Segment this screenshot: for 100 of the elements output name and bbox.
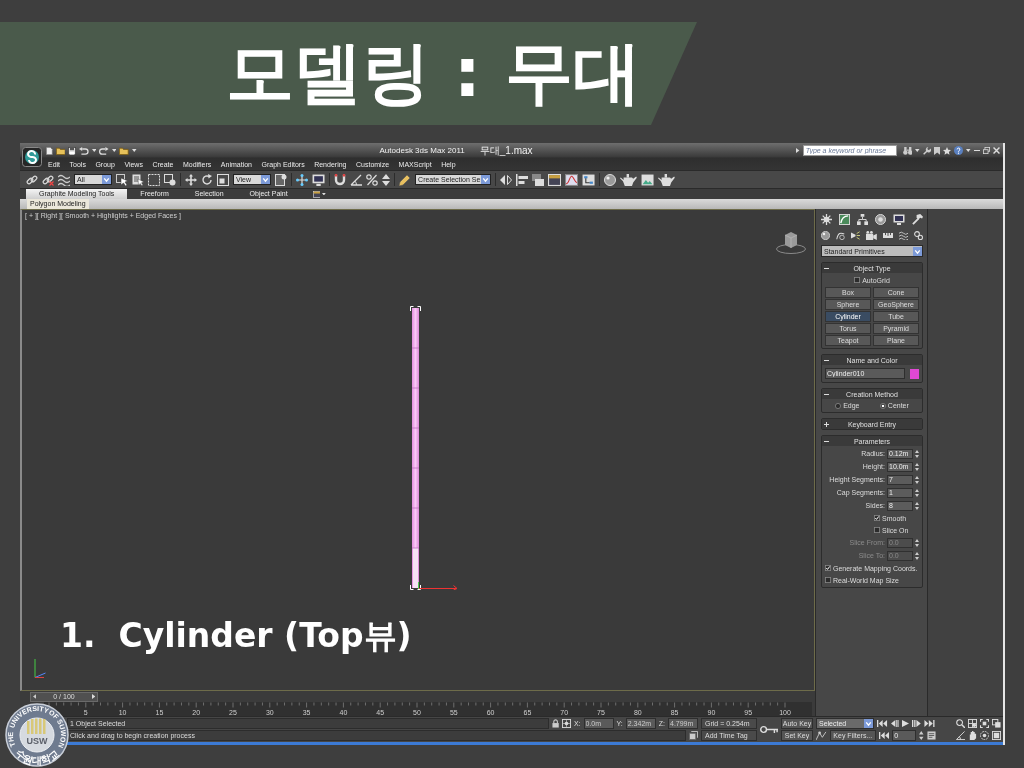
restore-icon[interactable] — [983, 147, 990, 154]
checkbox-icon[interactable] — [825, 577, 831, 583]
dropdown-arrow-icon[interactable] — [481, 175, 491, 184]
window-icon[interactable] — [548, 173, 562, 186]
folder-icon[interactable] — [55, 146, 66, 155]
redo-icon[interactable] — [99, 146, 109, 155]
linked-boxes-icon[interactable] — [582, 173, 596, 186]
angle-icon[interactable] — [956, 731, 965, 741]
minimize-icon[interactable] — [973, 149, 980, 152]
caret-icon[interactable] — [111, 149, 117, 152]
stacked-squares-icon[interactable] — [689, 731, 698, 741]
skip-end-icon[interactable] — [924, 719, 935, 727]
new-page-icon[interactable] — [46, 146, 53, 155]
checkbox-icon[interactable] — [825, 565, 831, 571]
app-logo-icon[interactable] — [22, 146, 42, 167]
dashed-circle-icon[interactable] — [980, 731, 989, 741]
grid-square-icon[interactable] — [968, 718, 977, 728]
monitor-icon[interactable] — [312, 173, 326, 186]
plus-icon[interactable] — [824, 421, 829, 427]
pencil-icon[interactable] — [399, 173, 412, 186]
play-icon[interactable] — [902, 719, 910, 727]
padlock-icon[interactable] — [551, 718, 559, 728]
caret-icon[interactable] — [966, 149, 971, 152]
caret-icon[interactable] — [91, 149, 97, 152]
magnet-icon[interactable] — [334, 173, 347, 186]
chain-link-icon[interactable] — [26, 173, 38, 186]
next-frame-icon[interactable] — [912, 719, 921, 727]
cursor-box-icon[interactable] — [116, 173, 128, 186]
up-down-arrows-icon[interactable] — [382, 173, 391, 186]
skip-start-icon[interactable] — [878, 732, 890, 740]
tree-icon[interactable] — [857, 214, 868, 225]
minus-icon[interactable] — [824, 438, 829, 444]
color-swatch-icon[interactable] — [910, 368, 919, 379]
percent-icon[interactable] — [366, 173, 379, 186]
minus-icon[interactable] — [824, 357, 829, 363]
left-arrow-icon[interactable] — [33, 694, 37, 699]
nodes-cross-icon[interactable] — [296, 173, 308, 186]
spinner-arrows-icon[interactable] — [919, 731, 924, 741]
curve-graph-icon[interactable] — [565, 173, 579, 186]
angle-icon[interactable] — [350, 173, 363, 186]
caret-icon[interactable] — [915, 149, 920, 152]
sphere-icon[interactable] — [604, 173, 617, 186]
checkbox-icon[interactable] — [854, 277, 861, 283]
hammer-icon[interactable] — [912, 214, 923, 225]
spinner-arrows-icon[interactable] — [915, 551, 919, 560]
move-arrows-icon[interactable] — [185, 173, 197, 186]
wrench-icon[interactable] — [922, 146, 931, 155]
document-lines-icon[interactable] — [926, 731, 936, 741]
dropdown-arrow-icon[interactable] — [864, 718, 873, 728]
nested-squares-icon[interactable] — [217, 173, 229, 186]
curve-box-icon[interactable] — [839, 214, 850, 225]
waves-icon[interactable] — [898, 231, 908, 240]
list-cursor-icon[interactable] — [132, 173, 144, 186]
waves-icon[interactable] — [58, 173, 70, 186]
disc-icon[interactable] — [875, 214, 886, 225]
star-icon[interactable] — [943, 146, 952, 155]
bookmark-icon[interactable] — [933, 146, 941, 155]
picture-icon[interactable] — [641, 173, 655, 186]
right-arrow-icon[interactable] — [796, 148, 800, 153]
magnifier-icon[interactable] — [956, 718, 965, 728]
ruler-icon[interactable] — [882, 233, 893, 238]
corner-frame-icon[interactable] — [980, 718, 989, 728]
cylinder-object[interactable] — [410, 306, 421, 590]
teapot-icon[interactable] — [620, 173, 638, 186]
hand-icon[interactable] — [968, 731, 977, 741]
rotate-icon[interactable] — [201, 173, 213, 186]
undo-icon[interactable] — [79, 146, 89, 155]
curves-icon[interactable] — [836, 231, 846, 240]
stacked-frames-icon[interactable] — [992, 718, 1001, 728]
camera-icon[interactable] — [866, 231, 877, 240]
spinner-arrows-icon[interactable] — [915, 449, 919, 458]
checkbox-icon[interactable] — [874, 527, 880, 533]
key-icon[interactable] — [760, 725, 778, 734]
skip-start-icon[interactable] — [877, 719, 888, 727]
radio-icon[interactable] — [879, 402, 886, 409]
align-left-icon[interactable] — [516, 173, 529, 186]
monitor-icon[interactable] — [893, 214, 905, 225]
spinner-arrows-icon[interactable] — [915, 462, 919, 471]
teapot-icon[interactable] — [658, 173, 675, 186]
checkbox-icon[interactable] — [874, 515, 880, 521]
view-cube-icon[interactable] — [776, 232, 806, 254]
spinner-arrows-icon[interactable] — [915, 488, 919, 497]
two-circles-icon[interactable] — [914, 231, 923, 240]
sphere-icon[interactable] — [821, 231, 830, 240]
window-icon[interactable] — [312, 190, 321, 198]
previous-frame-icon[interactable] — [890, 719, 900, 727]
spinner-arrows-icon[interactable] — [915, 475, 919, 484]
broken-chain-icon[interactable] — [42, 173, 54, 186]
spinner-arrows-icon[interactable] — [915, 501, 919, 510]
graph-line-icon[interactable] — [816, 731, 827, 741]
help-icon[interactable] — [954, 146, 964, 155]
close-icon[interactable] — [993, 147, 1000, 154]
sunburst-icon[interactable] — [821, 214, 832, 225]
spotlight-icon[interactable] — [851, 231, 861, 240]
radio-icon[interactable] — [835, 402, 842, 409]
binoculars-icon[interactable] — [902, 146, 913, 155]
framed-square-icon[interactable] — [992, 731, 1001, 741]
spinner-arrows-icon[interactable] — [915, 538, 919, 547]
layers-icon[interactable] — [532, 173, 545, 186]
right-arrow-icon[interactable] — [91, 694, 95, 699]
